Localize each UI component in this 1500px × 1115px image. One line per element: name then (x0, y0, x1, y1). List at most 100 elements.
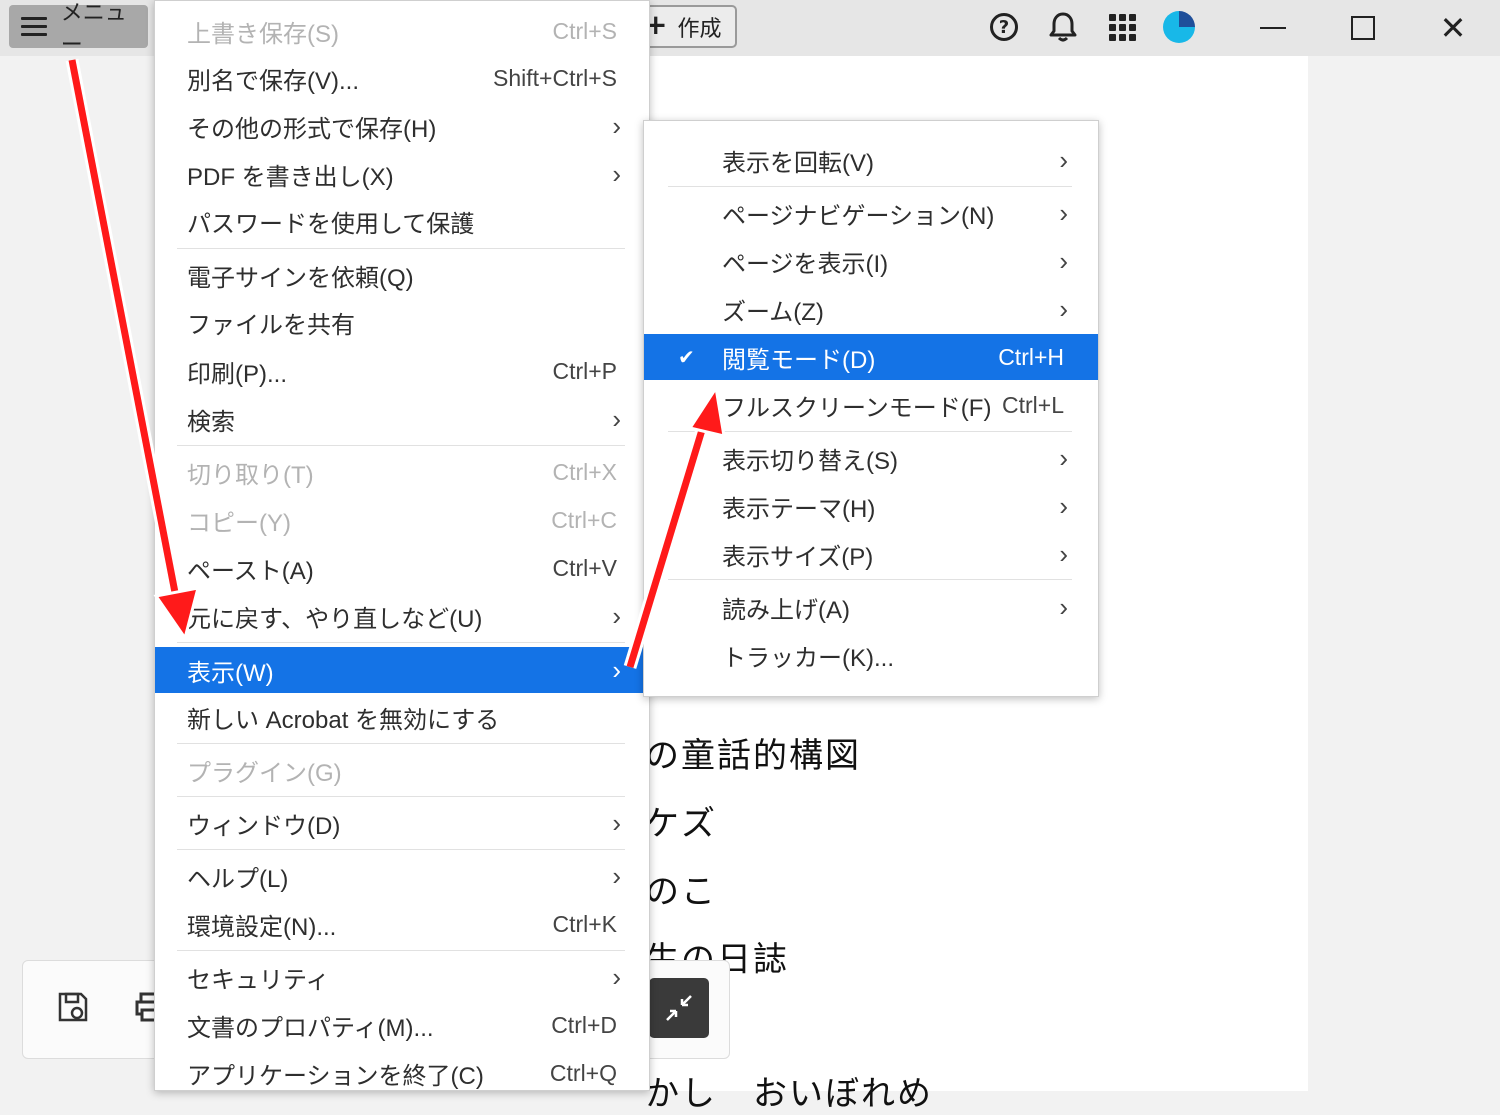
menu-item-label: 表示テーマ(H) (722, 495, 876, 523)
menu-item-shortcut: Ctrl+H (998, 343, 1064, 370)
apps-grid-icon[interactable] (1105, 10, 1139, 44)
menu-item-label: 表示(W) (187, 659, 274, 687)
view-submenu: 表示を回転(V) › ページナビゲーション(N) › ページを表示(I) › ズーム(Z) ›… (643, 120, 1099, 697)
menu-item[interactable]: 表示切り替え(S) › (644, 435, 1098, 481)
menu-item-label: ページを表示(I) (722, 250, 889, 278)
menu-item[interactable]: 文書のプロパティ(M)... Ctrl+D (155, 1002, 649, 1048)
menu-item[interactable]: 新しい Acrobat を無効にする (155, 694, 649, 740)
menu-item-label: 電子サインを依頼(Q) (187, 264, 414, 292)
save-icon[interactable] (57, 991, 89, 1023)
menu-item[interactable]: 印刷(P)... Ctrl+P (155, 348, 649, 394)
menu-item[interactable]: 表示(W) › (155, 647, 649, 693)
menu-item[interactable]: 検索 › (155, 396, 649, 442)
menu-item-shortcut: Ctrl+C (551, 506, 617, 533)
menu-item-label: 元に戻す、やり直しなど(U) (187, 605, 483, 633)
menu-item-label: 閲覧モード(D) (722, 346, 876, 374)
menu-item[interactable]: ✔ 閲覧モード(D) Ctrl+H (644, 334, 1098, 380)
menu-item-label: その他の形式で保存(H) (187, 115, 437, 143)
menu-separator (177, 796, 625, 797)
menu-button[interactable]: メニュー (9, 1, 148, 58)
menu-item[interactable]: その他の形式で保存(H) › (155, 103, 649, 149)
menu-item[interactable]: フルスクリーンモード(F) Ctrl+L (644, 382, 1098, 428)
menu-item[interactable]: 表示テーマ(H) › (644, 483, 1098, 529)
chevron-right-icon: › (612, 860, 621, 891)
menu-item[interactable]: 別名で保存(V)... Shift+Ctrl+S (155, 55, 649, 101)
menu-item-label: トラッカー(K)... (722, 644, 894, 672)
menu-item-label: 新しい Acrobat を無効にする (187, 706, 500, 734)
menu-item-shortcut: Ctrl+L (1002, 391, 1064, 418)
chevron-right-icon: › (612, 158, 621, 189)
menu-item[interactable]: トラッカー(K)... (644, 632, 1098, 678)
menu-item-label: ウィンドウ(D) (187, 812, 341, 840)
menu-item-label: PDF を書き出し(X) (187, 163, 394, 191)
menu-separator (177, 950, 625, 951)
menu-item-label: コピー(Y) (187, 509, 291, 537)
menu-item[interactable]: 読み上げ(A) › (644, 584, 1098, 630)
exit-fullscreen-button[interactable] (649, 978, 709, 1038)
menu-item-label: 環境設定(N)... (187, 913, 337, 941)
menu-item-label: セキュリティ (187, 966, 330, 994)
chevron-right-icon: › (612, 807, 621, 838)
menu-item[interactable]: アプリケーションを終了(C) Ctrl+Q (155, 1050, 649, 1096)
menu-item-label: 印刷(P)... (187, 360, 287, 388)
menu-item[interactable]: セキュリティ › (155, 954, 649, 1000)
chevron-right-icon: › (612, 600, 621, 631)
menu-separator (668, 431, 1072, 432)
menu-item-label: ヘルプ(L) (187, 865, 289, 893)
menu-item-label: ページナビゲーション(N) (722, 202, 995, 230)
help-icon[interactable]: ? (987, 10, 1021, 44)
menu-item[interactable]: 電子サインを依頼(Q) (155, 252, 649, 298)
close-icon[interactable]: ✕ (1433, 8, 1473, 48)
menu-separator (177, 642, 625, 643)
chevron-right-icon: › (1059, 245, 1068, 276)
chevron-right-icon: › (612, 110, 621, 141)
main-menu: 上書き保存(S) Ctrl+S 別名で保存(V)... Shift+Ctrl+S その他… (154, 0, 650, 1091)
menu-item[interactable]: 元に戻す、やり直しなど(U) › (155, 593, 649, 639)
maximize-icon[interactable] (1343, 8, 1383, 48)
menu-item-label: 別名で保存(V)... (187, 67, 359, 95)
menu-item-shortcut: Ctrl+X (552, 458, 617, 485)
menu-item-label: ズーム(Z) (722, 298, 824, 326)
menu-item[interactable]: ファイルを共有 (155, 299, 649, 345)
menu-item-label: ペースト(A) (187, 557, 314, 585)
help-glyph: ? (990, 13, 1018, 41)
menu-item[interactable]: 表示サイズ(P) › (644, 531, 1098, 577)
menu-item-shortcut: Ctrl+V (552, 554, 617, 581)
checkmark-icon: ✔ (678, 346, 695, 369)
menu-item: 切り取り(T) Ctrl+X (155, 449, 649, 495)
chevron-right-icon: › (1059, 442, 1068, 473)
menu-item[interactable]: ページを表示(I) › (644, 238, 1098, 284)
menu-item[interactable]: ウィンドウ(D) › (155, 800, 649, 846)
menu-separator (177, 445, 625, 446)
chevron-right-icon: › (1059, 490, 1068, 521)
menu-button-label: メニュー (60, 0, 127, 58)
menu-item[interactable]: ペースト(A) Ctrl+V (155, 545, 649, 591)
menu-separator (668, 186, 1072, 187)
menu-item[interactable]: ページナビゲーション(N) › (644, 190, 1098, 236)
chevron-right-icon: › (1059, 197, 1068, 228)
menu-item[interactable]: パスワードを使用して保護 (155, 198, 649, 244)
menu-item-label: 表示を回転(V) (722, 149, 874, 177)
menu-item-shortcut: Shift+Ctrl+S (493, 64, 617, 91)
avatar[interactable] (1162, 10, 1196, 44)
menu-item[interactable]: ズーム(Z) › (644, 286, 1098, 332)
menu-item-label: 読み上げ(A) (722, 596, 850, 624)
menu-item[interactable]: 表示を回転(V) › (644, 137, 1098, 183)
menu-item[interactable]: ヘルプ(L) › (155, 853, 649, 899)
menu-item-label: パスワードを使用して保護 (187, 210, 475, 238)
menu-separator (177, 849, 625, 850)
menu-item: コピー(Y) Ctrl+C (155, 497, 649, 543)
menu-item-shortcut: Ctrl+Q (549, 1059, 617, 1086)
menu-separator (177, 743, 625, 744)
menu-item-label: プラグイン(G) (187, 759, 342, 787)
bell-icon[interactable] (1046, 10, 1080, 44)
minimize-icon[interactable] (1253, 8, 1293, 48)
menu-item[interactable]: PDF を書き出し(X) › (155, 151, 649, 197)
document-line: のこ (645, 872, 717, 912)
menu-item: 上書き保存(S) Ctrl+S (155, 8, 649, 54)
menu-item[interactable]: 環境設定(N)... Ctrl+K (155, 901, 649, 947)
document-line: の童話的構図 (645, 736, 861, 776)
chevron-right-icon: › (612, 961, 621, 992)
menu-item-label: 切り取り(T) (187, 461, 314, 489)
menu-separator (668, 579, 1072, 580)
